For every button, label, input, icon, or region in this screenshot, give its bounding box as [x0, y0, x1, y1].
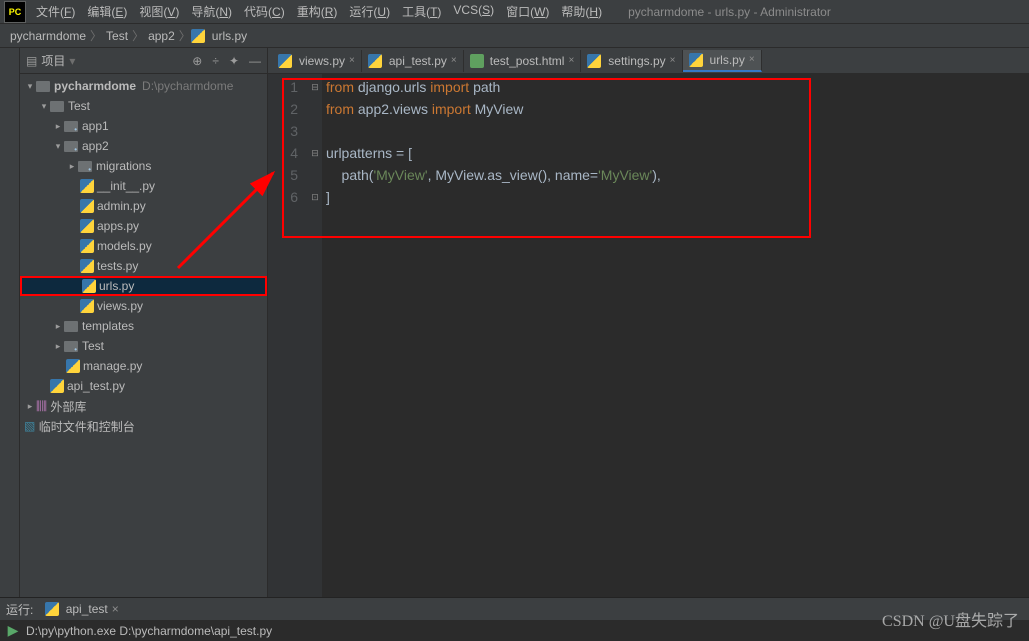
tree-row-test[interactable]: ▾Test: [20, 96, 267, 116]
tree-row-migrations[interactable]: ▸migrations: [20, 156, 267, 176]
menu-bar: PC 文件(F)编辑(E)视图(V)导航(N)代码(C)重构(R)运行(U)工具…: [0, 0, 1029, 24]
run-tool-window: 运行: api_test × ▶ D:\py\python.exe D:\pyc…: [0, 597, 1029, 641]
tree-row-ext[interactable]: ▸⫼⫼ 外部库: [20, 396, 267, 416]
menu-V[interactable]: 视图(V): [133, 3, 185, 20]
run-tab[interactable]: api_test: [66, 602, 108, 616]
tree-row-models[interactable]: models.py: [20, 236, 267, 256]
menu-W[interactable]: 窗口(W): [500, 3, 555, 20]
tool-stripe-left[interactable]: [0, 48, 20, 597]
fold-column[interactable]: ⊟⊟⊡: [308, 74, 322, 597]
tree-row-app1[interactable]: ▸app1: [20, 116, 267, 136]
crumb-test[interactable]: Test: [102, 29, 132, 43]
tree-row-manage[interactable]: manage.py: [20, 356, 267, 376]
crumb-app2[interactable]: app2: [144, 29, 179, 43]
python-icon: [45, 602, 59, 616]
tree-row-views[interactable]: views.py: [20, 296, 267, 316]
project-sidebar: ▤ 项目 ▾ ⊕ ÷ ✦ — ▾pycharmdomeD:\pycharmdom…: [20, 48, 268, 597]
tab-apitest[interactable]: api_test.py×: [362, 50, 464, 72]
watermark: CSDN @U盘失踪了: [882, 607, 1019, 631]
tree-row-test2[interactable]: ▸Test: [20, 336, 267, 356]
tree-row-admin[interactable]: admin.py: [20, 196, 267, 216]
tree-row-apps[interactable]: apps.py: [20, 216, 267, 236]
tree-row-init[interactable]: __init__.py: [20, 176, 267, 196]
tree-row-root[interactable]: ▾pycharmdomeD:\pycharmdome: [20, 76, 267, 96]
menu-U[interactable]: 运行(U): [343, 3, 396, 20]
menu-F[interactable]: 文件(F): [30, 3, 81, 20]
crumb-file[interactable]: urls.py: [208, 29, 251, 43]
editor-tabs: views.py× api_test.py× test_post.html× s…: [268, 48, 1029, 74]
locate-icon[interactable]: ⊕: [192, 54, 202, 68]
app-logo: PC: [4, 1, 26, 23]
tree-row-app2[interactable]: ▾app2: [20, 136, 267, 156]
sidebar-title: 项目: [41, 52, 65, 69]
tab-settings[interactable]: settings.py×: [581, 50, 682, 72]
tree-row-apitest[interactable]: api_test.py: [20, 376, 267, 396]
menu-N[interactable]: 导航(N): [185, 3, 238, 20]
tree-row-templates[interactable]: ▸templates: [20, 316, 267, 336]
menu-T[interactable]: 工具(T): [396, 3, 447, 20]
code-editor[interactable]: 123 456 ⊟⊟⊡ from django.urls import path…: [268, 74, 1029, 597]
tab-urls[interactable]: urls.py×: [683, 50, 762, 72]
menu-S[interactable]: VCS(S): [447, 3, 500, 20]
line-gutter: 123 456: [268, 74, 308, 597]
collapse-icon[interactable]: ÷: [212, 54, 219, 68]
python-icon: [191, 29, 205, 43]
tree-row-urls[interactable]: urls.py: [20, 276, 267, 296]
tree-row-scratch[interactable]: ▧ 临时文件和控制台: [20, 416, 267, 436]
tab-html[interactable]: test_post.html×: [464, 50, 582, 72]
hide-icon[interactable]: —: [249, 54, 261, 68]
crumb-root[interactable]: pycharmdome: [6, 29, 90, 43]
run-label: 运行:: [6, 601, 33, 618]
menu-C[interactable]: 代码(C): [238, 3, 291, 20]
terminal-output: D:\py\python.exe D:\pycharmdome\api_test…: [26, 624, 272, 638]
menu-H[interactable]: 帮助(H): [555, 3, 608, 20]
run-button[interactable]: ▶: [0, 622, 26, 639]
breadcrumb: pycharmdome 〉 Test 〉 app2 〉 urls.py: [0, 24, 1029, 48]
menu-R[interactable]: 重构(R): [291, 3, 344, 20]
tree-row-tests[interactable]: tests.py: [20, 256, 267, 276]
window-title: pycharmdome - urls.py - Administrator: [628, 5, 831, 19]
settings-icon[interactable]: ✦: [229, 54, 239, 68]
menu-E[interactable]: 编辑(E): [81, 3, 133, 20]
tab-views[interactable]: views.py×: [272, 50, 362, 72]
project-tree[interactable]: ▾pycharmdomeD:\pycharmdome ▾Test ▸app1 ▾…: [20, 74, 267, 597]
